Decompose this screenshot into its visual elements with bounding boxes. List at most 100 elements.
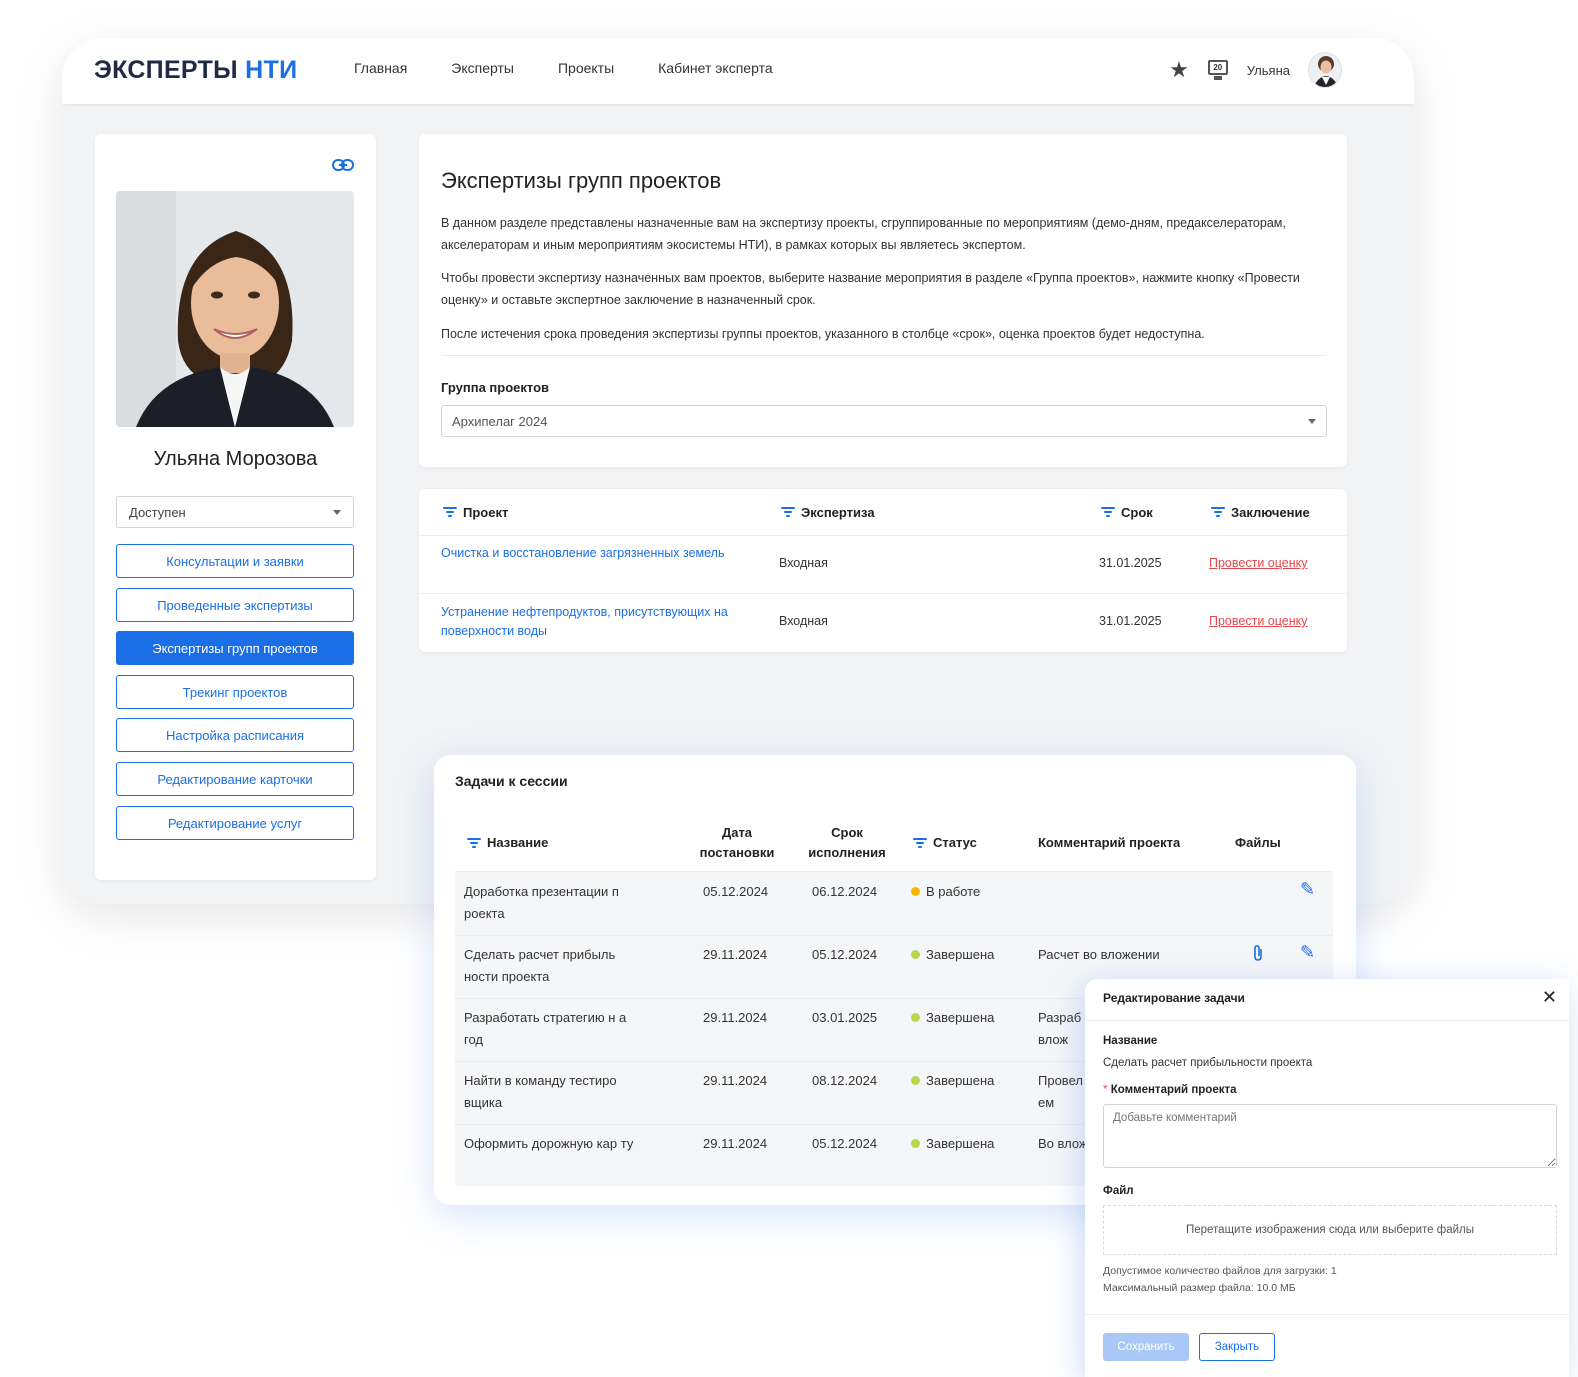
nav-item-projects[interactable]: Проекты	[558, 60, 614, 76]
task-date: 29.11.2024	[703, 1073, 768, 1088]
status-badge: В работе	[911, 881, 980, 903]
edit-task-modal: Редактирование задачи ✕ Название Сделать…	[1085, 979, 1569, 1377]
chevron-down-icon	[333, 509, 341, 515]
user-name[interactable]: Ульяна	[1247, 63, 1290, 78]
column-header-comment: Комментарий проекта	[1038, 835, 1181, 850]
menu-consultations-button[interactable]: Консультации и заявки	[116, 544, 354, 578]
table-row: Устранение нефтепродуктов, присутствующи…	[419, 593, 1347, 651]
filter-icon[interactable]	[1211, 507, 1225, 517]
profile-photo	[116, 191, 354, 427]
evaluate-link[interactable]: Провести оценку	[1209, 612, 1307, 631]
close-button[interactable]: Закрыть	[1199, 1333, 1275, 1361]
task-date: 05.12.2024	[703, 884, 769, 899]
modal-header: Редактирование задачи ✕	[1085, 979, 1569, 1021]
task-due: 06.12.2024	[812, 884, 878, 899]
description-paragraph-3: После истечения срока проведения эксперт…	[441, 327, 1205, 341]
task-date: 29.11.2024	[703, 1136, 768, 1151]
modal-footer-divider	[1085, 1314, 1569, 1315]
profile-name: Ульяна Морозова	[153, 448, 318, 470]
status-badge: Завершена	[911, 1133, 994, 1155]
filter-icon[interactable]	[443, 507, 457, 517]
logo[interactable]: ЭКСПЕРТЫ НТИ	[94, 56, 297, 85]
top-bar: ЭКСПЕРТЫ НТИ Главная Эксперты Проекты Ка…	[62, 38, 1414, 104]
table-row[interactable]: Доработка презентации п роекта 05.12.202…	[455, 873, 1333, 936]
menu-project-tracking-button[interactable]: Трекинг проектов	[116, 675, 354, 709]
task-due: 03.01.2025	[812, 1010, 878, 1025]
project-group-select[interactable]: Архипелаг 2024	[441, 405, 1327, 437]
status-badge: Завершена	[911, 1070, 994, 1092]
nav-item-expert-cabinet[interactable]: Кабинет эксперта	[658, 60, 772, 76]
notification-count: 20	[1207, 60, 1228, 75]
column-header-date: Дата постановки	[699, 825, 775, 860]
file-dropzone[interactable]: Перетащите изображения сюда или выберите…	[1103, 1205, 1557, 1255]
column-header-status[interactable]: Статус	[913, 833, 977, 853]
link-icon[interactable]	[332, 158, 354, 177]
name-label: Название	[1103, 1035, 1158, 1047]
file-size-note: Максимальный размер файла: 10.0 МБ	[1103, 1282, 1296, 1294]
table-row: Очистка и восстановление загрязненных зе…	[419, 535, 1347, 593]
task-name: Найти в команду тестиро вщика	[464, 1073, 617, 1110]
task-comment: Расчет во вложении	[1038, 947, 1160, 962]
menu-edit-services-button[interactable]: Редактирование услуг	[116, 806, 354, 840]
star-icon[interactable]: ★	[1169, 57, 1189, 83]
status-badge: Завершена	[911, 944, 994, 966]
evaluate-link[interactable]: Провести оценку	[1209, 554, 1307, 573]
column-header-due: Срок исполнения	[808, 825, 886, 860]
status-dot-icon	[911, 1013, 920, 1022]
file-count-note: Допустимое количество файлов для загрузк…	[1103, 1265, 1337, 1277]
task-due: 05.12.2024	[812, 947, 878, 962]
project-link[interactable]: Устранение нефтепродуктов, присутствующи…	[441, 603, 761, 641]
status-dot-icon	[911, 1139, 920, 1148]
task-due: 08.12.2024	[812, 1073, 878, 1088]
expertise-type: Входная	[779, 556, 828, 570]
status-dot-icon	[911, 887, 920, 896]
filter-icon[interactable]	[781, 507, 795, 517]
name-value: Сделать расчет прибыльности проекта	[1103, 1057, 1313, 1069]
task-name: Сделать расчет прибыль ности проекта	[464, 947, 616, 984]
menu-edit-card-button[interactable]: Редактирование карточки	[116, 762, 354, 796]
edit-pencil-icon[interactable]: ✎	[1300, 942, 1315, 963]
paperclip-icon[interactable]	[1252, 944, 1264, 967]
projects-table: Проект Экспертиза Срок Заключение Очистк…	[419, 489, 1347, 652]
profile-card: Ульяна Морозова Доступен Консультации и …	[95, 134, 376, 880]
top-icons: ★ 20 Ульяна	[1169, 52, 1342, 88]
column-header-deadline[interactable]: Срок	[1101, 489, 1153, 535]
menu-group-expertise-button[interactable]: Экспертизы групп проектов	[116, 631, 354, 665]
task-due: 05.12.2024	[812, 1136, 878, 1151]
column-header-name[interactable]: Название	[467, 833, 548, 853]
menu-completed-expertise-button[interactable]: Проведенные экспертизы	[116, 588, 354, 622]
column-header-conclusion[interactable]: Заключение	[1211, 489, 1310, 535]
column-header-files: Файлы	[1235, 835, 1281, 850]
main-nav: Главная Эксперты Проекты Кабинет эксперт…	[354, 60, 773, 76]
task-name: Доработка презентации п роекта	[464, 884, 619, 921]
project-link[interactable]: Очистка и восстановление загрязненных зе…	[441, 544, 741, 563]
status-dot-icon	[911, 950, 920, 959]
page-title: Экспертизы групп проектов	[441, 168, 722, 193]
tasks-table-header: Название Дата постановки Срок исполнения…	[455, 814, 1333, 872]
nav-item-home[interactable]: Главная	[354, 60, 407, 76]
avatar[interactable]	[1308, 52, 1342, 88]
availability-value: Доступен	[129, 504, 186, 520]
monitor-icon[interactable]: 20	[1207, 59, 1229, 81]
column-header-expertise[interactable]: Экспертиза	[781, 489, 875, 535]
task-date: 29.11.2024	[703, 1010, 768, 1025]
tasks-title: Задачи к сессии	[455, 773, 568, 789]
comment-textarea[interactable]	[1103, 1104, 1557, 1168]
edit-pencil-icon[interactable]: ✎	[1300, 879, 1315, 900]
close-icon[interactable]: ✕	[1542, 987, 1557, 1008]
sort-filter-icon[interactable]	[1101, 507, 1115, 517]
description-paragraph-2: Чтобы провести экспертизу назначенных ва…	[441, 271, 1300, 307]
availability-select[interactable]: Доступен	[116, 496, 354, 528]
task-date: 29.11.2024	[703, 947, 768, 962]
save-button[interactable]: Сохранить	[1103, 1333, 1189, 1361]
task-name: Разработать стратегию н а год	[464, 1010, 627, 1047]
project-group-value: Архипелаг 2024	[452, 413, 548, 429]
nav-item-experts[interactable]: Эксперты	[451, 60, 514, 76]
filter-icon[interactable]	[467, 838, 481, 848]
comment-label: * Комментарий проекта	[1103, 1084, 1237, 1096]
filter-icon[interactable]	[913, 838, 927, 848]
task-name: Оформить дорожную кар ту	[464, 1136, 634, 1151]
menu-schedule-settings-button[interactable]: Настройка расписания	[116, 718, 354, 752]
group-expertise-info-card: Экспертизы групп проектов В данном разде…	[419, 134, 1347, 467]
column-header-project[interactable]: Проект	[443, 489, 508, 535]
